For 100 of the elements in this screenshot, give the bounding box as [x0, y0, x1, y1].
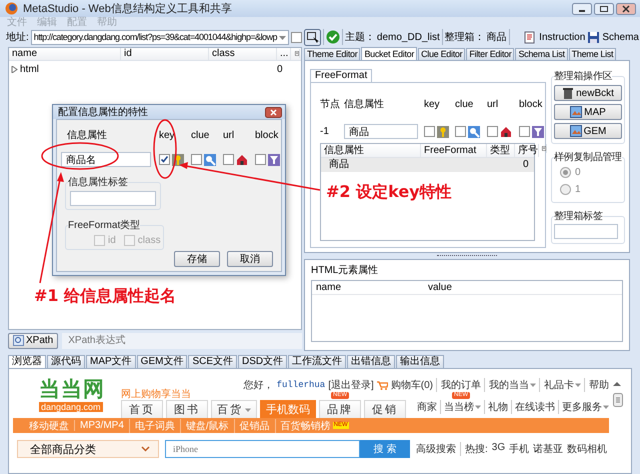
- bucket-tag-field[interactable]: [554, 224, 618, 239]
- sub-tab[interactable]: FreeFormat: [310, 69, 372, 82]
- output-tab[interactable]: GEM文件: [136, 355, 188, 368]
- user-name[interactable]: fullerhua: [276, 380, 326, 390]
- group-title: 整理箱标签: [554, 210, 603, 223]
- advanced-search-link[interactable]: 高级搜索: [416, 442, 461, 456]
- address-label: 地址:: [6, 30, 29, 44]
- hot-search-link[interactable]: 手机: [509, 442, 530, 456]
- checkbox[interactable]: [159, 154, 170, 165]
- house-icon: [236, 154, 248, 166]
- nav-tab[interactable]: 图书: [166, 400, 208, 418]
- table-row[interactable]: 商品 0: [321, 158, 534, 172]
- instruction-button[interactable]: Instruction: [524, 30, 586, 44]
- nav-tab[interactable]: 首页: [121, 400, 163, 418]
- checkbox[interactable]: [191, 154, 202, 165]
- column-label: 节点: [320, 98, 341, 111]
- output-tab[interactable]: SCE文件: [188, 355, 238, 368]
- panel-title: HTML元素属性: [311, 264, 380, 277]
- xpath-button[interactable]: XPath: [8, 332, 58, 348]
- new-bucket-button[interactable]: newBckt: [554, 85, 622, 101]
- check-icon: [326, 30, 340, 44]
- close-button[interactable]: [265, 106, 282, 118]
- column-label: url: [487, 98, 500, 110]
- nav-link[interactable]: 在线读书: [515, 400, 555, 414]
- column-header: 信息属性: [321, 144, 421, 157]
- expand-triangle-icon[interactable]: [11, 66, 18, 73]
- hot-search-link[interactable]: 数码相机: [567, 442, 608, 456]
- app-logo-icon: [5, 2, 18, 15]
- magnifier-icon: [204, 154, 216, 166]
- maximize-button[interactable]: [594, 2, 614, 14]
- output-tab[interactable]: 输出信息: [396, 355, 444, 368]
- editor-tab[interactable]: Bucket Editor: [361, 47, 418, 60]
- scroll-up-icon[interactable]: [613, 381, 621, 387]
- search-button[interactable]: 搜 索: [360, 440, 410, 458]
- cart-link[interactable]: 购物车(0): [390, 378, 433, 392]
- search-field[interactable]: iPhone: [165, 440, 360, 458]
- annotation-text: #2 设定key特性: [326, 182, 452, 203]
- picture-icon: [570, 124, 582, 138]
- close-button[interactable]: [616, 2, 636, 14]
- checkbox[interactable]: [290, 32, 302, 42]
- splitter-handle[interactable]: [437, 254, 497, 258]
- caret-icon: [530, 382, 536, 388]
- output-tab[interactable]: 出错信息: [347, 355, 396, 368]
- column-label: clue: [455, 98, 474, 110]
- editor-tab[interactable]: Clue Editor: [418, 48, 466, 60]
- nav-link[interactable]: 更多服务: [562, 400, 609, 414]
- nav-tab[interactable]: 品牌: [319, 400, 361, 418]
- annotation-text: #1 给信息属性起名: [34, 286, 176, 307]
- column-chooser-icon[interactable]: [539, 144, 547, 153]
- column-header: value: [427, 281, 453, 294]
- xpath-field[interactable]: XPath表达式: [62, 332, 302, 348]
- node-index: -1: [320, 126, 330, 137]
- minimize-button[interactable]: [572, 2, 592, 14]
- save-button[interactable]: 存储: [174, 251, 220, 267]
- attribute-tag-field[interactable]: [70, 191, 156, 206]
- hot-search-link[interactable]: 3G: [492, 442, 506, 456]
- top-link[interactable]: 我的当当: [484, 378, 536, 392]
- editor-tab[interactable]: Filter Editor: [466, 48, 514, 60]
- attribute-name-field[interactable]: 商品名: [61, 152, 151, 167]
- nav-tab[interactable]: 百货: [211, 400, 257, 418]
- radio-button[interactable]: [560, 184, 571, 195]
- nav-link[interactable]: 礼物: [488, 400, 508, 414]
- checkbox[interactable]: [223, 154, 234, 165]
- gem-button[interactable]: GEM: [554, 123, 622, 139]
- scrollbar-thumb[interactable]: [613, 393, 623, 407]
- category-dropdown[interactable]: 全部商品分类: [17, 440, 159, 458]
- column-header: FreeFormat: [421, 144, 487, 157]
- output-tab[interactable]: 源代码: [47, 355, 85, 368]
- output-tab[interactable]: 浏览器: [8, 355, 46, 368]
- logout-link[interactable]: [退出登录]: [328, 378, 374, 392]
- annotation-ellipse: [153, 119, 177, 179]
- map-button[interactable]: MAP: [554, 104, 622, 120]
- column-chooser-icon[interactable]: [292, 49, 300, 58]
- checkbox[interactable]: [424, 126, 435, 137]
- attribute-field[interactable]: 商品: [344, 124, 418, 139]
- tree-node-label[interactable]: html: [20, 64, 39, 75]
- checkbox[interactable]: [455, 126, 466, 137]
- editor-tab[interactable]: Schema List: [515, 48, 568, 60]
- top-link[interactable]: 礼品卡: [539, 378, 581, 392]
- column-header: name: [9, 48, 121, 60]
- editor-tab[interactable]: Theme Editor: [304, 48, 360, 60]
- select-element-button[interactable]: [304, 28, 321, 46]
- cancel-button[interactable]: 取消: [227, 251, 273, 267]
- schema-button[interactable]: Schema: [587, 30, 639, 44]
- hot-search-link[interactable]: 诺基亚: [533, 442, 564, 456]
- checkbox[interactable]: [487, 126, 498, 137]
- nav-link[interactable]: 当当榜: [444, 400, 481, 414]
- checkbox[interactable]: [519, 126, 530, 137]
- editor-tab[interactable]: Theme List: [568, 48, 616, 60]
- output-tab[interactable]: DSD文件: [238, 355, 288, 368]
- checkbox[interactable]: [255, 154, 266, 165]
- nav-link[interactable]: 商家: [417, 400, 437, 414]
- output-tab[interactable]: MAP文件: [86, 355, 136, 368]
- filter-icon: [532, 126, 544, 138]
- radio-button[interactable]: [560, 167, 571, 178]
- address-field[interactable]: http://category.dangdang.com/list?ps=39&cat=4001044&highp=&lowp: [30, 30, 289, 44]
- dialog-title: 配置信息属性的特性: [58, 106, 148, 119]
- top-link[interactable]: 帮助: [584, 378, 609, 392]
- output-tab[interactable]: 工作流文件: [288, 355, 346, 368]
- nav-tab[interactable]: 促销: [364, 400, 406, 418]
